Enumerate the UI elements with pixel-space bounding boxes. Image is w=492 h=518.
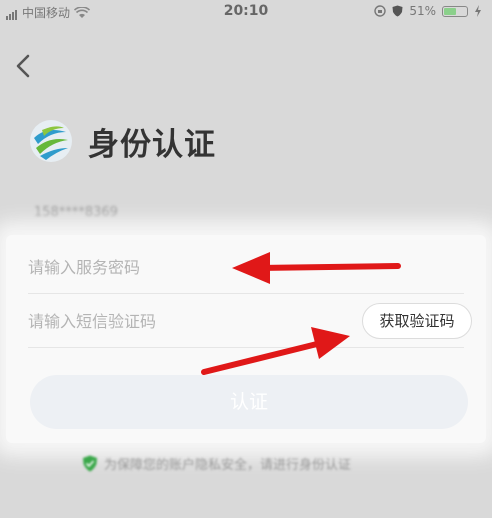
chevron-left-icon[interactable] [10,52,38,80]
sms-code-input[interactable] [28,295,328,347]
charging-icon [475,5,481,17]
status-bar: 中国移动 20:10 51% [0,0,492,24]
battery-icon [442,5,468,17]
get-code-button[interactable]: 获取验证码 [362,303,472,339]
auth-form-panel: 获取验证码 认证 [6,235,486,443]
password-field-row [28,241,464,294]
green-shield-icon [83,455,97,472]
china-mobile-logo [30,120,72,162]
status-right: 51% [374,4,482,18]
masked-phone-number: 158****8369 [34,205,118,220]
page-header: 身份认证 [28,118,216,164]
battery-percent: 51% [409,4,436,18]
shield-icon [392,5,403,17]
page-title: 身份认证 [88,126,216,163]
service-password-input[interactable] [28,241,328,293]
footer-note: 为保障您的账户隐私安全，请进行身份认证 [82,454,351,473]
submit-auth-button[interactable]: 认证 [30,375,468,429]
footer-note-text: 为保障您的账户隐私安全，请进行身份认证 [104,458,352,473]
lock-rotation-icon [374,5,387,17]
sms-code-field-row: 获取验证码 [28,295,472,348]
